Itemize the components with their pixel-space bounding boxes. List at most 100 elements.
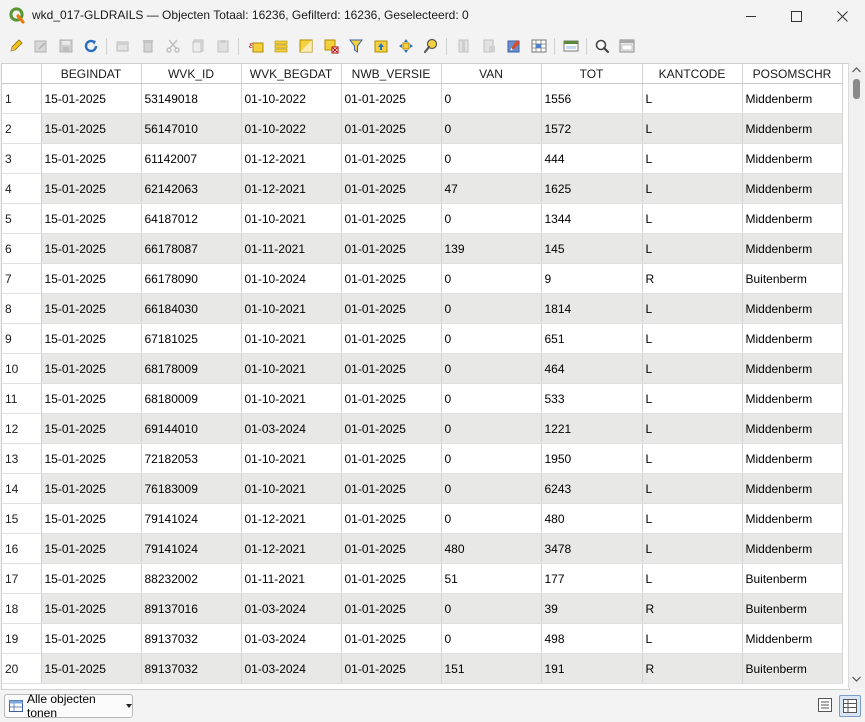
nwb-versie-cell[interactable]: 01-01-2025 [341,353,442,384]
van-cell[interactable]: 139 [441,233,542,264]
row-number[interactable]: 19 [2,623,42,654]
van-cell[interactable]: 0 [441,113,542,144]
wvk-begdat-cell[interactable]: 01-10-2021 [241,473,342,504]
begindat-cell[interactable]: 15-01-2025 [41,533,142,564]
table-row[interactable]: 11 15-01-2025 68180009 01-10-2021 01-01-2025… [2,383,843,414]
table-row[interactable]: 19 15-01-2025 89137032 01-03-2024 01-01-2025… [2,623,843,654]
posomschr-cell[interactable]: Buitenberm [742,593,843,624]
tot-cell[interactable]: 177 [541,563,643,594]
delete-icon[interactable] [138,36,158,56]
paste-icon[interactable] [213,36,233,56]
begindat-cell[interactable]: 15-01-2025 [41,593,142,624]
nwb-versie-cell[interactable]: 01-01-2025 [341,233,442,264]
kantcode-cell[interactable]: L [642,83,743,114]
posomschr-cell[interactable]: Middenberm [742,503,843,534]
begindat-cell[interactable]: 15-01-2025 [41,263,142,294]
kantcode-cell[interactable]: L [642,293,743,324]
zoom-to-selected-icon[interactable] [421,36,441,56]
row-number[interactable]: 6 [2,233,42,264]
kantcode-cell[interactable]: R [642,653,743,684]
van-cell[interactable]: 0 [441,383,542,414]
nwb-versie-cell[interactable]: 01-01-2025 [341,83,442,114]
wvk-id-cell[interactable]: 66184030 [141,293,242,324]
van-cell[interactable]: 0 [441,323,542,354]
wvk-id-cell[interactable]: 56147010 [141,113,242,144]
kantcode-cell[interactable]: L [642,533,743,564]
row-number[interactable]: 5 [2,203,42,234]
tot-cell[interactable]: 1572 [541,113,643,144]
tot-cell[interactable]: 1950 [541,443,643,474]
posomschr-cell[interactable]: Buitenberm [742,653,843,684]
wvk-begdat-cell[interactable]: 01-10-2021 [241,353,342,384]
posomschr-cell[interactable]: Middenberm [742,173,843,204]
nwb-versie-cell[interactable]: 01-01-2025 [341,443,442,474]
scroll-down-icon[interactable] [852,676,861,682]
van-cell[interactable]: 0 [441,473,542,504]
wvk-id-cell[interactable]: 89137016 [141,593,242,624]
row-number[interactable]: 12 [2,413,42,444]
scroll-up-icon[interactable] [852,67,861,73]
new-field-icon[interactable] [454,36,474,56]
nwb-versie-cell[interactable]: 01-01-2025 [341,293,442,324]
nwb-versie-cell[interactable]: 01-01-2025 [341,653,442,684]
van-cell[interactable]: 51 [441,563,542,594]
column-header-begindat[interactable]: BEGINDAT [41,64,142,84]
begindat-cell[interactable]: 15-01-2025 [41,293,142,324]
begindat-cell[interactable]: 15-01-2025 [41,623,142,654]
posomschr-cell[interactable]: Buitenberm [742,263,843,294]
row-number[interactable]: 7 [2,263,42,294]
wvk-begdat-cell[interactable]: 01-12-2021 [241,173,342,204]
wvk-begdat-cell[interactable]: 01-10-2021 [241,383,342,414]
column-header-van[interactable]: VAN [441,64,542,84]
kantcode-cell[interactable]: L [642,623,743,654]
column-header-wvk-id[interactable]: WVK_ID [141,64,242,84]
van-cell[interactable]: 0 [441,443,542,474]
begindat-cell[interactable]: 15-01-2025 [41,203,142,234]
begindat-cell[interactable]: 15-01-2025 [41,563,142,594]
posomschr-cell[interactable]: Middenberm [742,383,843,414]
show-all-features-button[interactable]: Alle objecten tonen [4,692,133,720]
table-row[interactable]: 8 15-01-2025 66184030 01-10-2021 01-01-2025 0… [2,293,843,324]
begindat-cell[interactable]: 15-01-2025 [41,473,142,504]
posomschr-cell[interactable]: Middenberm [742,83,843,114]
tot-cell[interactable]: 1625 [541,173,643,204]
tot-cell[interactable]: 3478 [541,533,643,564]
tot-cell[interactable]: 464 [541,353,643,384]
delete-field-icon[interactable] [479,36,499,56]
wvk-id-cell[interactable]: 67181025 [141,323,242,354]
column-header-posomschr[interactable]: POSOMSCHR [742,64,843,84]
wvk-id-cell[interactable]: 72182053 [141,443,242,474]
posomschr-cell[interactable]: Middenberm [742,473,843,504]
posomschr-cell[interactable]: Middenberm [742,353,843,384]
nwb-versie-cell[interactable]: 01-01-2025 [341,503,442,534]
table-row[interactable]: 4 15-01-2025 62142063 01-12-2021 01-01-2025 4… [2,173,843,204]
wvk-begdat-cell[interactable]: 01-11-2021 [241,233,342,264]
begindat-cell[interactable]: 15-01-2025 [41,443,142,474]
begindat-cell[interactable]: 15-01-2025 [41,503,142,534]
tot-cell[interactable]: 498 [541,623,643,654]
table-row[interactable]: 3 15-01-2025 61142007 01-12-2021 01-01-2025 0… [2,143,843,174]
begindat-cell[interactable]: 15-01-2025 [41,413,142,444]
table-row[interactable]: 18 15-01-2025 89137016 01-03-2024 01-01-2025… [2,593,843,624]
posomschr-cell[interactable]: Middenberm [742,293,843,324]
van-cell[interactable]: 0 [441,503,542,534]
table-row[interactable]: 7 15-01-2025 66178090 01-10-2024 01-01-2025 0… [2,263,843,294]
table-row[interactable]: 13 15-01-2025 72182053 01-10-2021 01-01-2025… [2,443,843,474]
table-row[interactable]: 15 15-01-2025 79141024 01-12-2021 01-01-2025… [2,503,843,534]
table-row[interactable]: 12 15-01-2025 69144010 01-03-2024 01-01-2025… [2,413,843,444]
add-feature-icon[interactable] [113,36,133,56]
wvk-id-cell[interactable]: 69144010 [141,413,242,444]
row-number[interactable]: 15 [2,503,42,534]
table-row[interactable]: 10 15-01-2025 68178009 01-10-2021 01-01-2025… [2,353,843,384]
deselect-icon[interactable] [321,36,341,56]
begindat-cell[interactable]: 15-01-2025 [41,143,142,174]
kantcode-cell[interactable]: L [642,233,743,264]
posomschr-cell[interactable]: Middenberm [742,323,843,354]
kantcode-cell[interactable]: L [642,353,743,384]
row-number[interactable]: 3 [2,143,42,174]
posomschr-cell[interactable]: Buitenberm [742,563,843,594]
edit-pencil-icon[interactable] [6,36,26,56]
row-number[interactable]: 1 [2,83,42,114]
table-row[interactable]: 1 15-01-2025 53149018 01-10-2022 01-01-2025 0… [2,83,843,114]
wvk-begdat-cell[interactable]: 01-10-2021 [241,203,342,234]
